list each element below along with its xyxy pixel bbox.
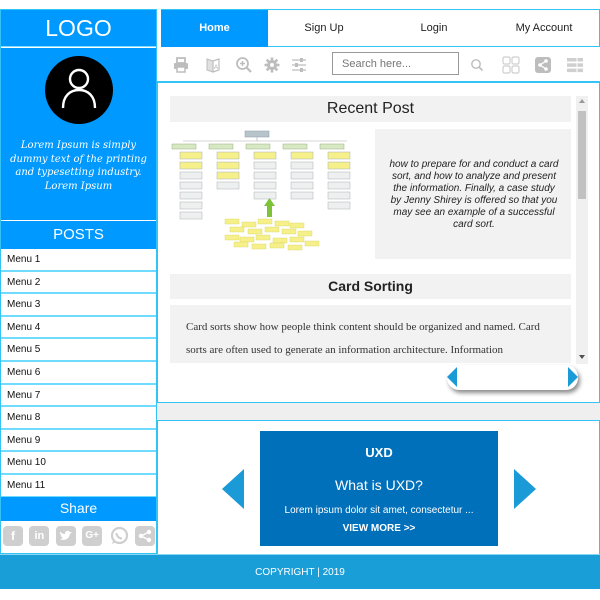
twitter-icon[interactable] [55, 526, 76, 546]
translate-icon[interactable]: A [204, 56, 222, 74]
sidebar: LOGO Lorem Ipsum is simply dummy text of… [0, 9, 157, 554]
tab-my-account[interactable]: My Account [488, 10, 600, 47]
share-heading: Share [1, 497, 156, 521]
share-icon[interactable] [534, 56, 552, 74]
menu-item[interactable]: Menu 4 [1, 316, 156, 340]
carousel-card-subtitle: What is UXD? [335, 477, 423, 493]
logo[interactable]: LOGO [1, 10, 156, 47]
tab-login[interactable]: Login [380, 10, 488, 47]
tab-home[interactable]: Home [161, 10, 268, 47]
card-sort-diagram-image [171, 130, 351, 251]
menu-item[interactable]: Menu 5 [1, 339, 156, 362]
card-sorting-text: Card sorts show how people think content… [186, 321, 540, 356]
linkedin-icon[interactable]: in [29, 526, 50, 546]
toolbar: A [157, 47, 600, 83]
pager-prev-arrow-icon[interactable] [447, 367, 457, 387]
carousel-prev-arrow-icon[interactable] [222, 469, 244, 509]
user-icon [61, 68, 97, 109]
menu-item[interactable]: Menu 6 [1, 361, 156, 385]
view-more-link[interactable]: VIEW MORE >> [260, 523, 498, 534]
carousel: UXD What is UXD? Lorem ipsum dolor sit a… [157, 420, 600, 554]
menu-item[interactable]: Menu 3 [1, 294, 156, 317]
share-icons: f in G+ [3, 526, 155, 548]
section-divider [157, 403, 600, 420]
menu-item[interactable]: Menu 11 [1, 474, 156, 498]
list-icon[interactable] [566, 56, 584, 74]
pager-next-arrow-icon[interactable] [568, 367, 578, 387]
menu-item[interactable]: Menu 7 [1, 384, 156, 408]
menu-item[interactable]: Menu 8 [1, 407, 156, 430]
zoom-in-icon[interactable] [235, 56, 253, 74]
share-icon[interactable] [134, 526, 155, 546]
carousel-card-description: Lorem ipsum dolor sit amet, consectetur … [284, 505, 474, 516]
scroll-thumb[interactable] [578, 111, 586, 199]
carousel-card: UXD What is UXD? Lorem ipsum dolor sit a… [260, 431, 498, 546]
content-scrollbar[interactable] [576, 96, 588, 364]
content-panel: Recent Post how to prepare for and condu… [157, 83, 600, 403]
svg-text:A: A [214, 65, 218, 71]
carousel-next-arrow-icon[interactable] [514, 469, 536, 509]
recent-post-excerpt-box: how to prepare for and conduct a card so… [375, 129, 571, 259]
posts-heading: POSTS [1, 221, 156, 249]
profile-panel: Lorem Ipsum is simply dummy text of the … [1, 48, 156, 220]
avatar[interactable] [45, 56, 113, 124]
google-plus-icon[interactable]: G+ [82, 526, 103, 546]
menu-item[interactable]: Menu 10 [1, 452, 156, 475]
profile-bio: Lorem Ipsum is simply dummy text of the … [10, 140, 147, 192]
recent-post-heading: Recent Post [170, 96, 571, 122]
footer: COPYRIGHT | 2019 [0, 554, 600, 589]
recent-post-excerpt: how to prepare for and conduct a card so… [389, 159, 559, 230]
search-input[interactable] [332, 52, 459, 75]
tab-sign-up[interactable]: Sign Up [268, 10, 380, 47]
whatsapp-icon[interactable] [109, 526, 129, 546]
search-icon[interactable] [470, 58, 484, 72]
card-sorting-heading: Card Sorting [170, 274, 571, 299]
facebook-icon[interactable]: f [3, 526, 23, 546]
menu-item[interactable]: Menu 1 [1, 249, 156, 272]
grid-icon[interactable] [502, 56, 520, 74]
sliders-icon[interactable] [290, 56, 308, 74]
post-pager [447, 365, 578, 390]
gear-icon[interactable] [263, 56, 281, 74]
card-sorting-body: Card sorts show how people think content… [170, 305, 571, 363]
top-nav: Home Sign Up Login My Account [161, 9, 600, 47]
carousel-card-title: UXD [365, 445, 393, 460]
scroll-up-arrow-icon[interactable] [579, 99, 585, 103]
print-icon[interactable] [172, 56, 190, 74]
menu-item[interactable]: Menu 9 [1, 429, 156, 453]
scroll-down-arrow-icon[interactable] [579, 355, 585, 359]
menu-item[interactable]: Menu 2 [1, 271, 156, 295]
posts-menu: Menu 1 Menu 2 Menu 3 Menu 4 Menu 5 Menu … [1, 249, 156, 498]
